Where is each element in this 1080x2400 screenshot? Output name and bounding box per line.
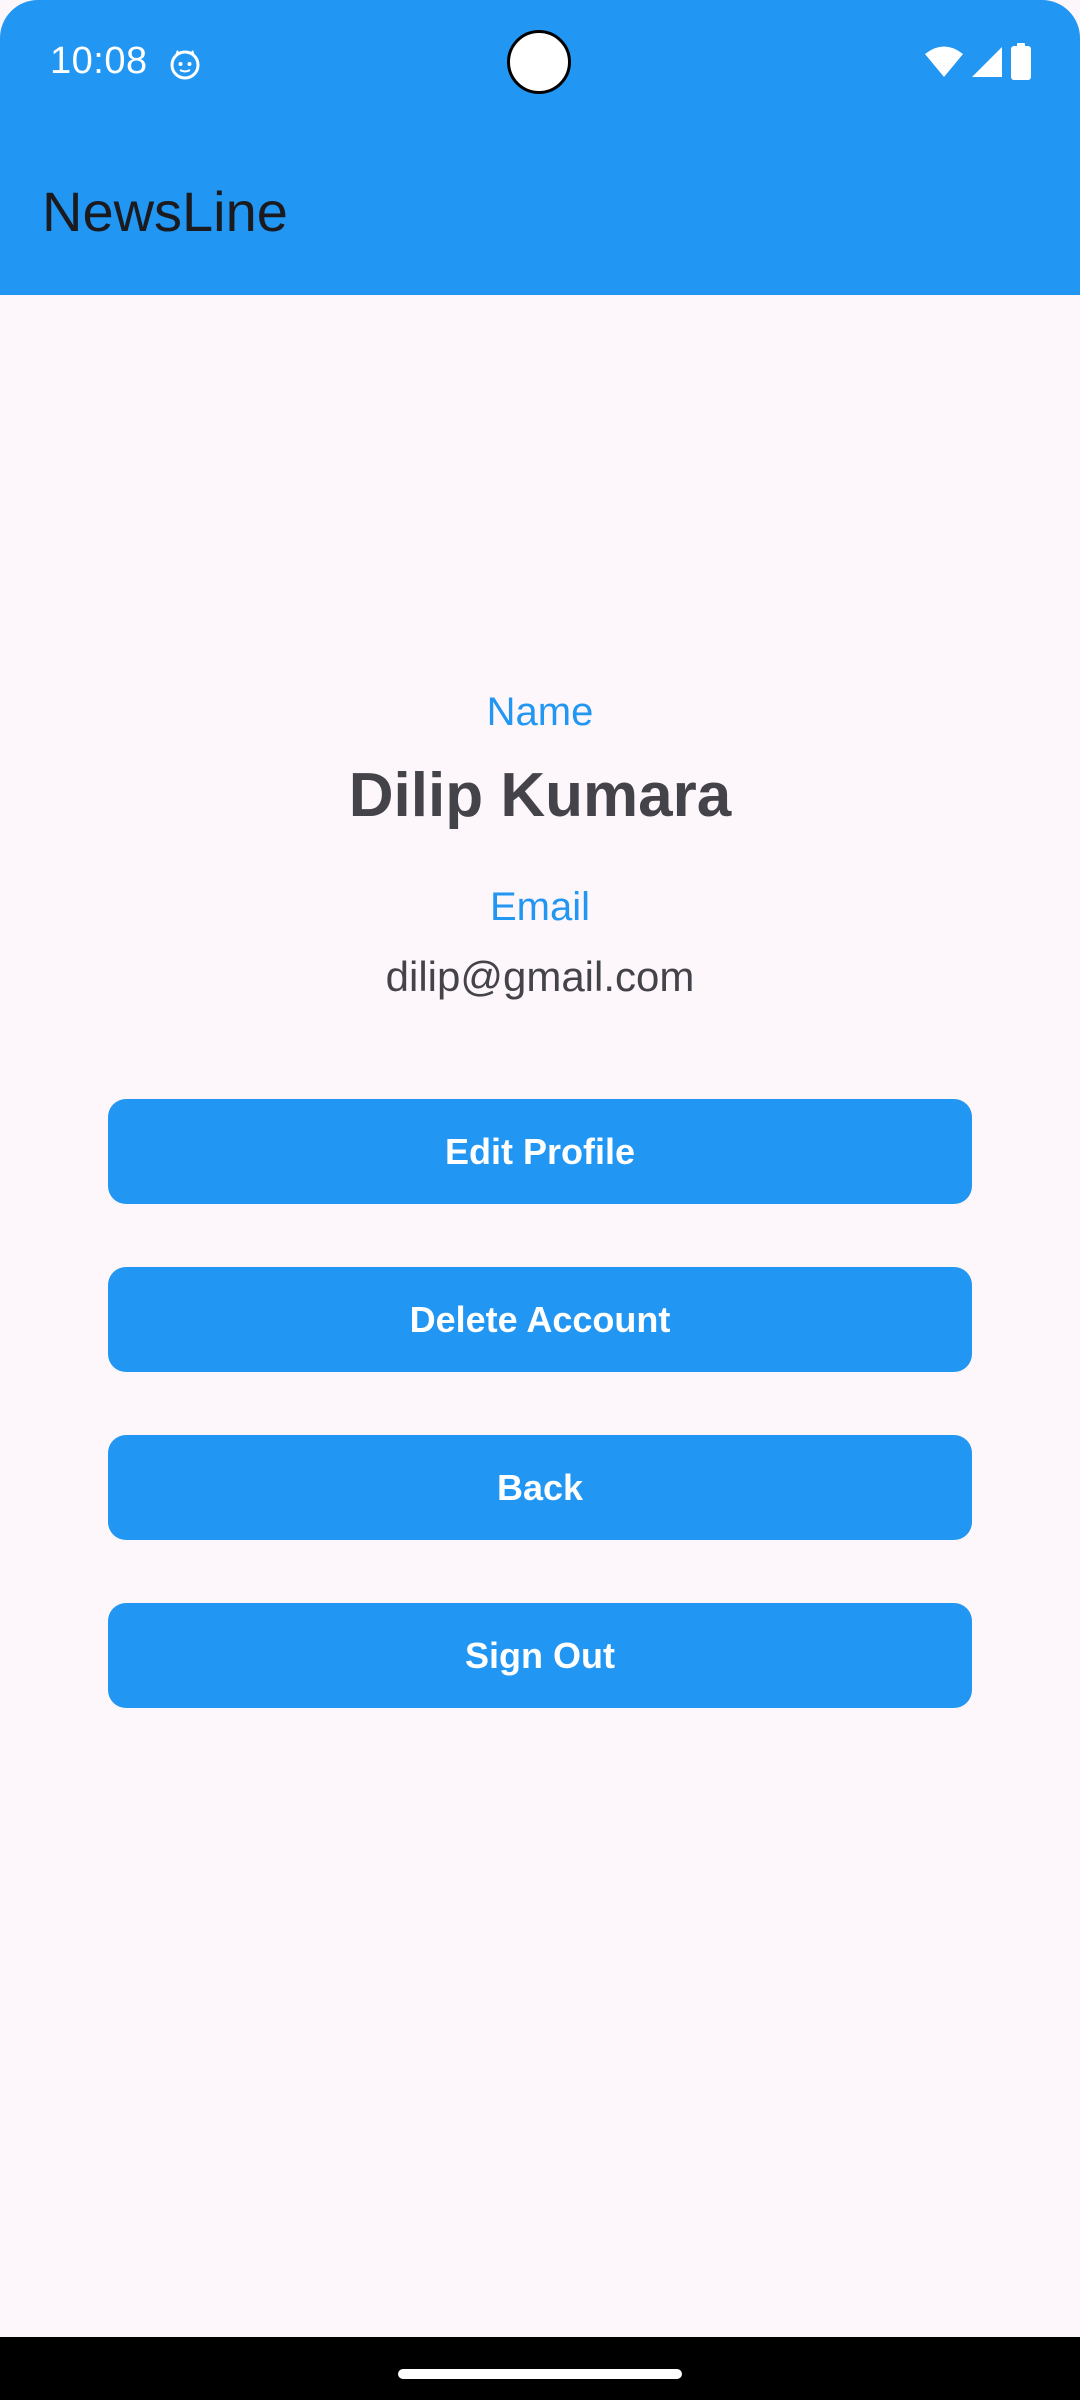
- status-time: 10:08: [50, 40, 148, 82]
- camera-cutout: [507, 30, 571, 94]
- status-bar: 10:08: [0, 0, 1080, 130]
- edit-profile-button[interactable]: Edit Profile: [108, 1099, 972, 1204]
- app-title: NewsLine: [42, 180, 288, 243]
- name-value: Dilip Kumara: [348, 761, 732, 830]
- back-button[interactable]: Back: [108, 1435, 972, 1540]
- wifi-icon: [924, 45, 964, 84]
- email-label: Email: [489, 885, 591, 929]
- delete-account-button[interactable]: Delete Account: [108, 1267, 972, 1372]
- battery-icon: [1010, 42, 1032, 86]
- name-label: Name: [486, 690, 594, 734]
- android-cat-icon: [168, 47, 202, 81]
- sign-out-button[interactable]: Sign Out: [108, 1603, 972, 1708]
- cellular-signal-icon: [970, 45, 1004, 84]
- phone-screen: 10:08 NewsLine Name Dilip Kumara Email d…: [0, 0, 1080, 2400]
- home-gesture-handle[interactable]: [398, 2369, 682, 2379]
- app-header: 10:08 NewsLine: [0, 0, 1080, 295]
- status-icons: [924, 42, 1032, 86]
- email-value: dilip@gmail.com: [385, 953, 695, 1000]
